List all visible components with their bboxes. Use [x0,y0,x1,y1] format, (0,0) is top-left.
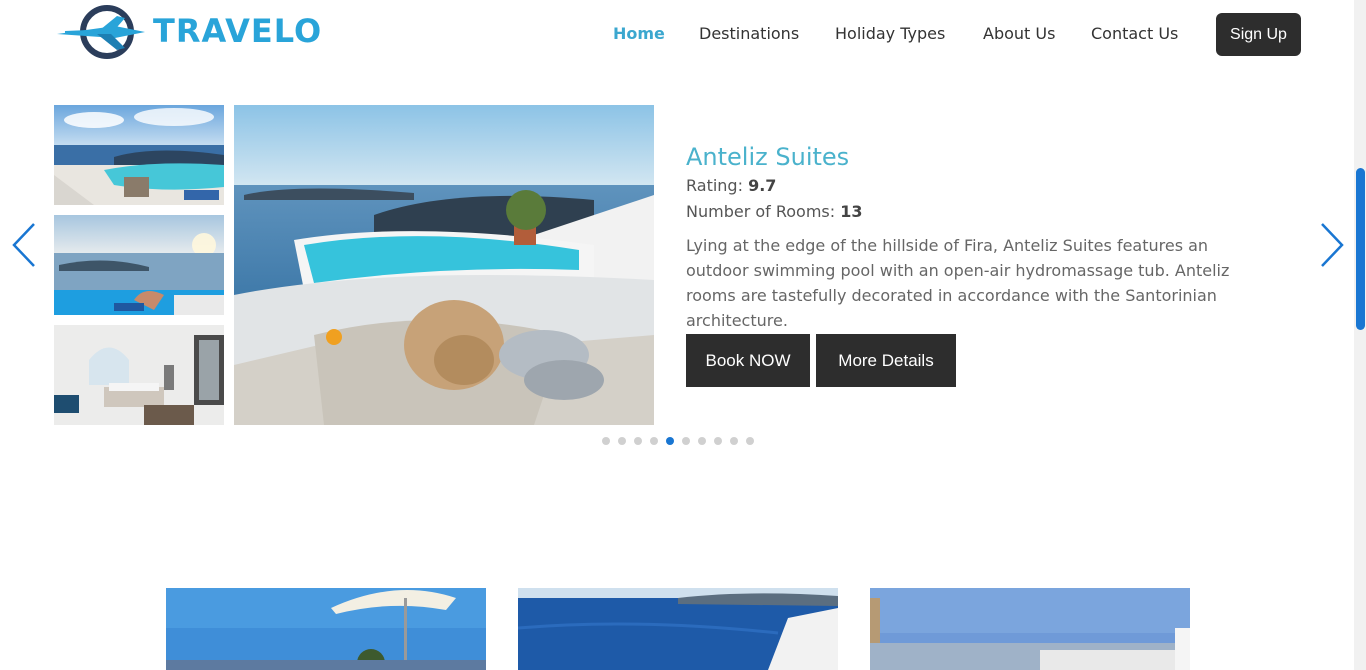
nav-holiday-types[interactable]: Holiday Types [835,24,945,43]
carousel-dot-active[interactable] [666,437,674,445]
caldera-sea-image [518,588,838,670]
main-hotel-image [234,105,654,425]
main-nav: Home Destinations Holiday Types About Us… [0,13,1354,57]
carousel-dot[interactable] [714,437,722,445]
umbrella-terrace-image [166,588,486,670]
nav-home[interactable]: Home [613,24,665,43]
carousel-dot[interactable] [650,437,658,445]
village-view-image [870,588,1190,670]
carousel-dot[interactable] [602,437,610,445]
carousel-pagination [602,437,754,445]
sunset-pool-image [54,215,224,315]
carousel-dot[interactable] [746,437,754,445]
scrollbar-thumb[interactable] [1356,168,1365,330]
thumbnail-1[interactable] [54,105,224,205]
suite-bedroom-image [54,325,224,425]
rooms-value: 13 [840,202,863,221]
carousel-dot[interactable] [698,437,706,445]
hotel-rating: Rating: 9.7 [686,173,1286,199]
destination-card-2[interactable] [518,588,838,670]
carousel-dot[interactable] [634,437,642,445]
chevron-left-icon[interactable] [10,222,40,268]
hotel-description: Lying at the edge of the hillside of Fir… [686,236,1230,330]
hotel-name: Anteliz Suites [686,143,850,171]
carousel-dot[interactable] [682,437,690,445]
carousel-dot[interactable] [730,437,738,445]
rating-label: Rating: [686,176,743,195]
thumbnail-3[interactable] [54,325,224,425]
nav-about-us[interactable]: About Us [983,24,1055,43]
hotel-rooms: Number of Rooms: 13 [686,199,1286,225]
book-now-button[interactable]: Book NOW [686,334,810,387]
destination-card-1[interactable] [166,588,486,670]
woman-by-pool-image [234,105,654,425]
rooms-label: Number of Rooms: [686,202,836,221]
nav-contact-us[interactable]: Contact Us [1091,24,1178,43]
thumbnail-2[interactable] [54,215,224,315]
page-scrollbar[interactable] [1354,0,1366,670]
more-details-button[interactable]: More Details [816,334,956,387]
destination-card-3[interactable] [870,588,1190,670]
rating-value: 9.7 [748,176,777,195]
pool-view-image [54,105,224,205]
hotel-info: Anteliz Suites Rating: 9.7 Number of Roo… [686,143,1286,387]
carousel-dot[interactable] [618,437,626,445]
nav-destinations[interactable]: Destinations [699,24,799,43]
chevron-right-icon[interactable] [1318,222,1348,268]
sign-up-button[interactable]: Sign Up [1216,13,1301,56]
site-header: TRAVELO Home Destinations Holiday Types … [0,0,1354,70]
